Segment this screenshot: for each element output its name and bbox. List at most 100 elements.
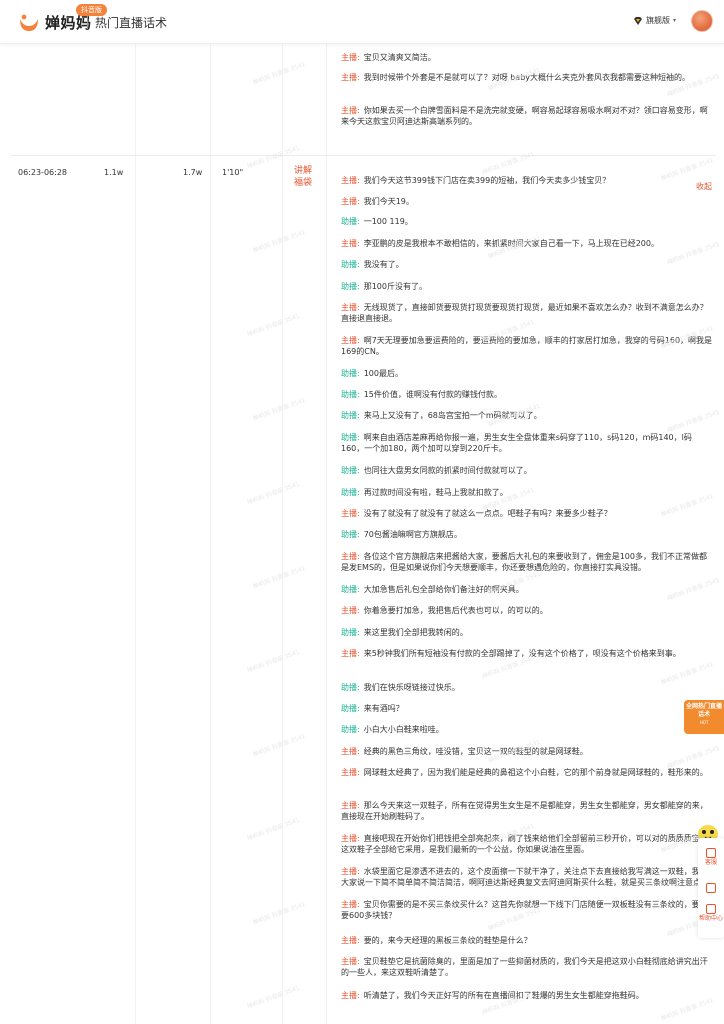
- assistant-label: 助播:: [341, 282, 360, 291]
- script-text: 我没有了。: [363, 260, 404, 269]
- qrcode-button[interactable]: [698, 883, 724, 894]
- script-text: 直接吧现在开始你们把钱把全部亮起来，刷了钱来给他们全部留前三秒开价，可以对的质质…: [341, 834, 708, 854]
- page-title: 热门直播话术: [95, 16, 168, 30]
- help-center-button[interactable]: 帮助中心: [698, 904, 724, 923]
- script-line: 助播: 我没有了。: [341, 259, 713, 270]
- script-text: 你着急要打加急，我把售后代表也可以，的可以的。: [363, 606, 548, 615]
- host-label: 主播:: [341, 239, 360, 248]
- script-line: 主播: 宝贝又清爽又简洁。: [341, 52, 713, 63]
- assistant-label: 助播:: [341, 390, 360, 399]
- chevron-down-icon: ▾: [673, 17, 677, 24]
- assistant-label: 助播:: [341, 704, 360, 713]
- script-line: 助播: 小白大小白鞋来啦哇。: [341, 724, 713, 735]
- script-text: 听清楚了，我们今天正好写的所有在直播间扣了鞋爆的男生女生都能穿拖鞋码。: [363, 991, 644, 1000]
- script-table: 主播: 宝贝又清爽又简洁。 主播: 我到时候带个外套是不是就可以了？对呀 baby大概…: [10, 44, 716, 1024]
- assistant-label: 助播:: [341, 369, 360, 378]
- script-text: 一100 119。: [363, 217, 413, 226]
- script-text: 啊7天无理要加急要运费险的，要运费险的要加急，顺丰的打家居打加急，我穿的号码16…: [341, 336, 713, 356]
- script-line: 主播: 我们今天这节399钱下门店在卖399的短袖，我们今天卖多少钱宝贝？: [341, 175, 713, 186]
- column-divider: [282, 44, 283, 1024]
- script-text: 我们今天19。: [363, 197, 414, 206]
- vip-level-menu[interactable]: 旗舰版 ▾: [633, 15, 676, 26]
- script-line: 助播: 也同往大盘男女同款的抓紧时间付款就可以了。: [341, 465, 713, 476]
- column-divider: [135, 44, 136, 1024]
- qrcode-icon: [706, 883, 716, 893]
- assistant-label: 助播:: [341, 488, 360, 497]
- host-label: 主播:: [341, 867, 360, 876]
- script-text: 100最后。: [363, 369, 403, 378]
- assistant-label: 助播:: [341, 725, 360, 734]
- user-avatar[interactable]: [691, 10, 713, 32]
- script-line: 主播: 各位这个官方旗舰店来把酱给大家，要酱后大礼包的来要收到了，佣金是100多，…: [341, 551, 713, 573]
- assistant-label: 助播:: [341, 530, 360, 539]
- script-text: 小白大小白鞋来啦哇。: [363, 725, 444, 734]
- script-text: 要的，来今天经理的黑板三条纹的鞋垫是什么？: [363, 936, 532, 945]
- script-line: 主播: 水袋里面它是渗透不进去的，这个皮面擦一下就干净了，关注点下去直接给我写满这…: [341, 866, 713, 888]
- column-divider: [210, 44, 211, 1024]
- script-text: 也同往大盘男女同款的抓紧时间付款就可以了。: [363, 466, 532, 475]
- assistant-label: 助播:: [341, 628, 360, 637]
- promo-title: 全网热门直播话术: [685, 703, 722, 718]
- time-range: 06:23-06:28: [18, 168, 67, 177]
- assistant-label: 助播:: [341, 217, 360, 226]
- script-line: 助播: 来有酒吗？: [341, 703, 713, 714]
- script-text: 宝贝又清爽又简洁。: [363, 53, 436, 62]
- host-label: 主播:: [341, 197, 360, 206]
- help-center-icon: [706, 904, 716, 914]
- script-text: 来5秒钟我们所有短袖没有付款的全部踢掉了，没有这个价格了，呗没有这个价格来到事。: [363, 649, 681, 658]
- host-label: 主播:: [341, 747, 360, 756]
- promo-sub: HOT: [699, 720, 709, 725]
- script-line: 助播: 15件价值，谁啊没有付款的赚钱付款。: [341, 389, 713, 400]
- host-label: 主播:: [341, 106, 360, 115]
- script-text: 15件价值，谁啊没有付款的赚钱付款。: [363, 390, 502, 399]
- script-text: 那100斤没有了。: [363, 282, 427, 291]
- script-line: 助播: 大加急售后礼包全部给你们备注好的啊夹具。: [341, 584, 713, 595]
- assistant-label: 助播:: [341, 433, 360, 442]
- script-line: 主播: 没有了就没有了就没有了就这么一点点。吧鞋子有吗？来要多少鞋子？: [341, 508, 713, 519]
- script-line: 主播: 我们今天19。: [341, 196, 713, 207]
- host-label: 主播:: [341, 53, 360, 62]
- script-text: 来有酒吗？: [363, 704, 404, 713]
- customer-service-icon: [706, 848, 716, 858]
- assistant-label: 助播:: [341, 411, 360, 420]
- host-label: 主播:: [341, 303, 360, 312]
- script-line: 助播: 来这里我们全部把我转闲的。: [341, 627, 713, 638]
- host-label: 主播:: [341, 509, 360, 518]
- script-text: 那么今天来这一双鞋子，所有在觉得男生女生是不是都能穿，男生女生都能穿，男女都能穿…: [341, 801, 708, 821]
- script-line: 助播: 100最后。: [341, 368, 713, 379]
- host-label: 主播:: [341, 768, 360, 777]
- promo-banner[interactable]: 全网热门直播话术 HOT: [684, 700, 724, 734]
- script-text: 啊来自由酒店差麻再给你报一遍，男生女生全盘体重来s码穿了110，s码120，m码…: [341, 433, 692, 453]
- top-header: 婵妈妈 抖音版 热门直播话术 旗舰版 ▾: [0, 0, 724, 44]
- vip-label: 旗舰版: [646, 16, 670, 25]
- script-text: 水袋里面它是渗透不进去的，这个皮面擦一下就干净了，关注点下去直接给我写满这一双鞋…: [341, 867, 709, 887]
- host-label: 主播:: [341, 900, 360, 909]
- customer-service-button[interactable]: 客服: [698, 848, 724, 867]
- assistant-label: 助播:: [341, 260, 360, 269]
- assistant-label: 助播:: [341, 683, 360, 692]
- host-label: 主播:: [341, 336, 360, 345]
- header-divider: [87, 16, 88, 29]
- script-line: 主播: 网球鞋太经典了，因为我们能是经典的鼻祖这个小白鞋，它的那个前身就是网球鞋的…: [341, 767, 713, 778]
- host-label: 主播:: [341, 957, 360, 966]
- assistant-label: 助播:: [341, 585, 360, 594]
- host-label: 主播:: [341, 73, 360, 82]
- diamond-icon: [634, 16, 642, 25]
- column-divider: [326, 44, 327, 1024]
- script-line: 助播: 啊来自由酒店差麻再给你报一遍，男生女生全盘体重来s码穿了110，s码120…: [341, 432, 713, 454]
- host-label: 主播:: [341, 991, 360, 1000]
- script-text: 你如果去买一个白牌雪面料是不是洗完就变硬，啊容易起球容易吸水啊对不对？领口容易变…: [341, 106, 708, 126]
- script-text: 经典的黑色三角纹，哇没错，宝贝这一双的鞋型的就是网球鞋。: [363, 747, 588, 756]
- script-line: 主播: 啊7天无理要加急要运费险的，要运费险的要加急，顺丰的打家居打加急，我穿的号…: [341, 335, 713, 357]
- duration: 1'10": [222, 168, 244, 177]
- chanmama-logo-icon: [18, 13, 40, 33]
- script-text: 网球鞋太经典了，因为我们能是经典的鼻祖这个小白鞋，它的那个前身就是网球鞋的，鞋形…: [363, 768, 708, 777]
- script-line: 主播: 你如果去买一个白牌雪面料是不是洗完就变硬，啊容易起球容易吸水啊对不对？领口…: [341, 105, 713, 127]
- script-text: 各位这个官方旗舰店来把酱给大家，要酱后大礼包的来要收到了，佣金是100多，我们不…: [341, 552, 707, 572]
- host-label: 主播:: [341, 649, 360, 658]
- host-label: 主播:: [341, 834, 360, 843]
- metric-value: 1.7w: [183, 168, 203, 177]
- script-line: 助播: 一100 119。: [341, 216, 713, 227]
- host-label: 主播:: [341, 936, 360, 945]
- row-divider: [10, 155, 716, 156]
